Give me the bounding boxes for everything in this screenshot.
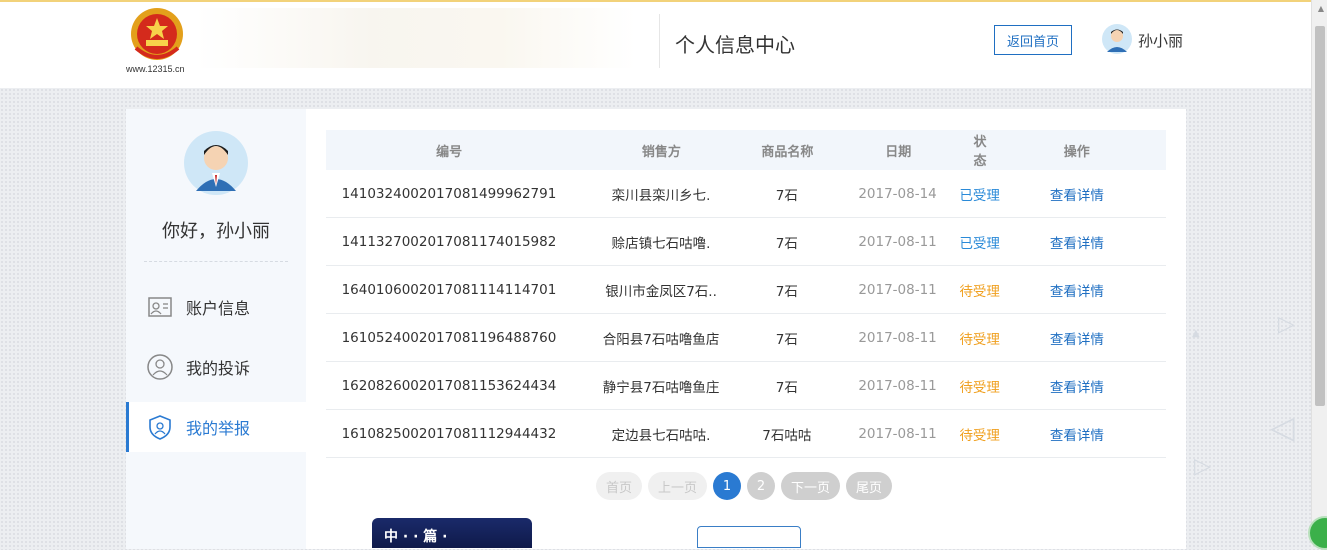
cell-status: 已受理 bbox=[959, 235, 1000, 252]
table-row: 1610524002017081196488760 合阳县7石咕噜鱼店 7石 2017… bbox=[326, 314, 1166, 362]
decor-triangle-icon: ▲ bbox=[1192, 328, 1200, 339]
cell-status: 已受理 bbox=[959, 187, 1000, 204]
pager-page-2[interactable]: 2 bbox=[747, 472, 776, 500]
cell-seller: 合阳县7石咕噜鱼店 bbox=[602, 331, 720, 348]
cell-date: 2017-08-14 bbox=[858, 185, 937, 202]
cell-id: 1410324002017081499962791 bbox=[341, 185, 557, 202]
column-header-date: 日期 bbox=[885, 144, 912, 160]
table-body: 1410324002017081499962791 栾川县栾川乡七. 7石 2017-… bbox=[326, 170, 1166, 458]
header-banner-image bbox=[196, 8, 636, 68]
table-header: 编号 销售方 商品名称 日期 状态 操作 bbox=[326, 130, 1166, 170]
view-details-link[interactable]: 查看详情 bbox=[988, 232, 1166, 252]
sidebar-item-label: 我的投诉 bbox=[186, 359, 251, 378]
top-user-name[interactable]: 孙小丽 bbox=[1138, 30, 1183, 51]
back-home-button[interactable]: 返回首页 bbox=[994, 25, 1072, 55]
pager-first-button[interactable]: 首页 bbox=[596, 472, 643, 500]
page-scrollbar[interactable]: ▲ bbox=[1311, 0, 1327, 539]
column-header-action: 操作 bbox=[1063, 144, 1090, 160]
page-title: 个人信息中心 bbox=[675, 33, 795, 57]
cell-product: 7石 bbox=[775, 235, 798, 252]
pager-prev-button[interactable]: 上一页 bbox=[648, 472, 708, 500]
cell-date: 2017-08-11 bbox=[858, 329, 937, 346]
sidebar-item-my-reports[interactable]: 我的举报 bbox=[126, 402, 306, 452]
table-row: 1411327002017081174015982 赊店镇七石咕噜. 7石 2017-… bbox=[326, 218, 1166, 266]
view-details-link[interactable]: 查看详情 bbox=[988, 280, 1166, 300]
cell-seller: 栾川县栾川乡七. bbox=[611, 187, 711, 204]
cell-product: 7石咕咕 bbox=[762, 427, 812, 444]
logo-url-text: www.12315.cn bbox=[126, 64, 185, 74]
greeting-text: 你好，孙小丽 bbox=[162, 221, 270, 242]
column-header-seller: 销售方 bbox=[641, 144, 681, 160]
sidebar-item-my-complaints[interactable]: 我的投诉 bbox=[126, 342, 306, 392]
view-details-link[interactable]: 查看详情 bbox=[988, 424, 1166, 444]
cell-date: 2017-08-11 bbox=[858, 281, 937, 298]
header-divider bbox=[659, 14, 660, 68]
footer-box[interactable] bbox=[697, 526, 801, 548]
view-details-link[interactable]: 查看详情 bbox=[988, 376, 1166, 396]
table-row: 1610825002017081112944432 定边县七石咕咕. 7石咕咕 201… bbox=[326, 410, 1166, 458]
top-header: www.12315.cn 个人信息中心 返回首页 孙小丽 bbox=[0, 0, 1312, 88]
cell-product: 7石 bbox=[775, 331, 798, 348]
column-header-product: 商品名称 bbox=[761, 144, 814, 160]
pager-page-1[interactable]: 1 bbox=[713, 472, 742, 500]
cell-product: 7石 bbox=[775, 283, 798, 300]
cell-id: 1610825002017081112944432 bbox=[341, 425, 557, 442]
profile-avatar-icon bbox=[184, 131, 248, 195]
pager-next-button[interactable]: 下一页 bbox=[781, 472, 841, 500]
cell-status: 待受理 bbox=[959, 427, 1000, 444]
sidebar: 你好，孙小丽 账户信息 我的投诉 我的举报 bbox=[126, 109, 306, 549]
decor-triangle-icon: ▷ bbox=[1194, 454, 1211, 479]
scroll-up-arrow-icon[interactable]: ▲ bbox=[1318, 4, 1324, 13]
report-shield-icon bbox=[149, 415, 171, 440]
cell-id: 1640106002017081114114701 bbox=[341, 281, 557, 298]
footer-banner[interactable]: 中 · · 篇 · bbox=[372, 518, 532, 548]
cell-id: 1610524002017081196488760 bbox=[341, 329, 557, 346]
cell-date: 2017-08-11 bbox=[858, 233, 937, 250]
cell-status: 待受理 bbox=[959, 331, 1000, 348]
sidebar-item-label: 账户信息 bbox=[186, 299, 251, 318]
cell-date: 2017-08-11 bbox=[858, 377, 937, 394]
cell-product: 7石 bbox=[775, 379, 798, 396]
view-details-link[interactable]: 查看详情 bbox=[988, 328, 1166, 348]
scroll-thumb[interactable] bbox=[1315, 26, 1325, 406]
decor-triangle-icon: ◁ bbox=[1270, 408, 1295, 446]
table-row: 1620826002017081153624434 静宁县7石咕噜鱼庄 7石 2017… bbox=[326, 362, 1166, 410]
cell-seller: 银川市金凤区7石.. bbox=[605, 283, 717, 300]
table-row: 1640106002017081114114701 银川市金凤区7石.. 7石 201… bbox=[326, 266, 1166, 314]
cell-seller: 赊店镇七石咕噜. bbox=[611, 235, 711, 252]
sidebar-item-label: 我的举报 bbox=[186, 419, 251, 438]
cell-seller: 静宁县7石咕噜鱼庄 bbox=[602, 379, 720, 396]
pager-last-button[interactable]: 尾页 bbox=[846, 472, 893, 500]
decor-triangle-icon: ▷ bbox=[1278, 312, 1295, 337]
table-row: 1410324002017081499962791 栾川县栾川乡七. 7石 2017-… bbox=[326, 170, 1166, 218]
view-details-link[interactable]: 查看详情 bbox=[988, 184, 1166, 204]
column-header-status: 状态 bbox=[973, 135, 987, 169]
complaint-person-icon bbox=[147, 354, 173, 380]
cell-status: 待受理 bbox=[959, 379, 1000, 396]
cell-product: 7石 bbox=[775, 187, 798, 204]
sidebar-separator bbox=[144, 261, 288, 262]
account-card-icon bbox=[148, 297, 172, 317]
cell-status: 待受理 bbox=[959, 283, 1000, 300]
pagination: 首页 上一页 1 2 下一页 尾页 bbox=[596, 472, 893, 500]
report-table: 编号 销售方 商品名称 日期 状态 操作 1410324002017081499… bbox=[326, 130, 1166, 458]
cell-id: 1411327002017081174015982 bbox=[341, 233, 557, 250]
sidebar-item-account-info[interactable]: 账户信息 bbox=[126, 282, 306, 332]
cell-seller: 定边县七石咕咕. bbox=[611, 427, 711, 444]
main-card: 你好，孙小丽 账户信息 我的投诉 我的举报 编号 销售方 商品名称 日期 状态 … bbox=[126, 109, 1186, 549]
cell-id: 1620826002017081153624434 bbox=[341, 377, 557, 394]
column-header-id: 编号 bbox=[436, 144, 463, 160]
user-avatar-icon[interactable] bbox=[1102, 24, 1132, 54]
cell-date: 2017-08-11 bbox=[858, 425, 937, 442]
